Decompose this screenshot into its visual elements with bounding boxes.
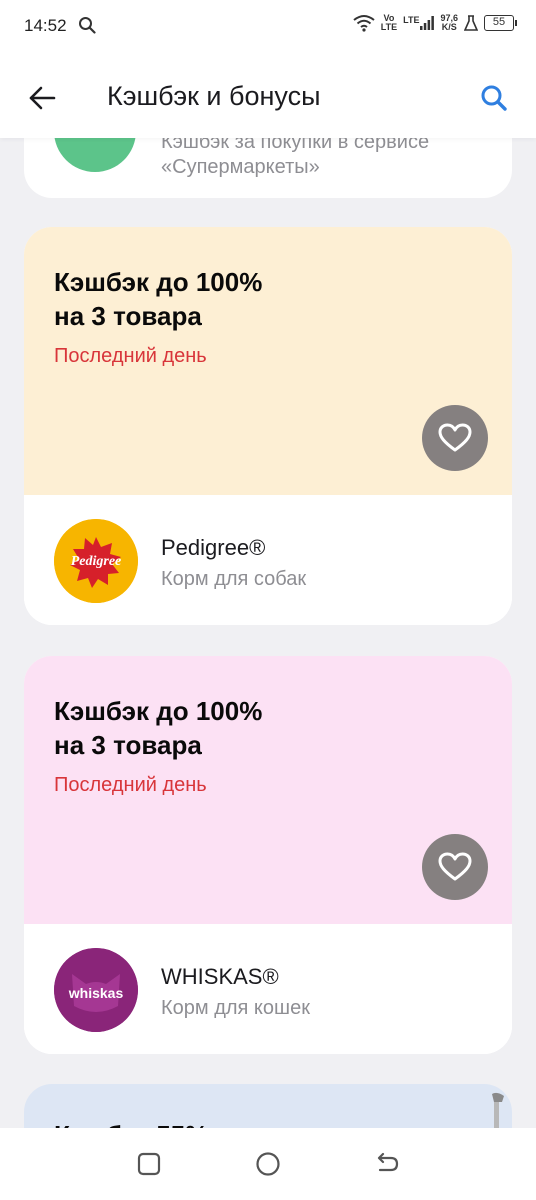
whiskas-logo: whiskas: [54, 948, 138, 1032]
brand-description: Корм для кошек: [161, 997, 310, 1019]
heart-icon: [438, 852, 472, 881]
brand-row: Pedigree Pedigree® Корм для собак: [24, 495, 512, 625]
square-icon: [138, 1152, 161, 1176]
offer-card-whiskas[interactable]: Кэшбэк до 100% на 3 товара Последний ден…: [24, 656, 512, 1054]
search-icon: [481, 85, 507, 111]
svg-text:Pedigree: Pedigree: [71, 554, 122, 569]
back-arrow-icon: [377, 1152, 398, 1172]
pedigree-logo: Pedigree: [54, 519, 138, 603]
offer-card-next[interactable]: Кэшбэк 55%: [24, 1084, 512, 1128]
offer-deadline: Последний день: [54, 774, 207, 796]
offer-deadline: Последний день: [54, 345, 207, 367]
product-image: [492, 1092, 504, 1128]
page-title: Кэшбэк и бонусы: [107, 81, 321, 111]
svg-text:whiskas: whiskas: [68, 985, 124, 1001]
content-scroll[interactable]: Кэшбэк за покупки в сервисе «Супермаркет…: [0, 0, 536, 1128]
offer-title: Кэшбэк 55%: [54, 1120, 208, 1128]
heart-icon: [438, 423, 472, 452]
favorite-button[interactable]: [422, 405, 488, 471]
favorite-button[interactable]: [422, 834, 488, 900]
offer-title: Кэшбэк до 100% на 3 товара: [54, 696, 263, 760]
offer-card-pedigree[interactable]: Кэшбэк до 100% на 3 товара Последний ден…: [24, 227, 512, 625]
pedigree-logo-graphic: Pedigree: [54, 519, 138, 603]
arrow-left-icon: [29, 86, 56, 110]
home-button[interactable]: [246, 1142, 290, 1186]
brand-row: whiskas WHISKAS® Корм для кошек: [24, 924, 512, 1054]
offer-banner: Кэшбэк до 100% на 3 товара Последний ден…: [24, 227, 512, 495]
status-icons: Vo LTE LTE 97,6 K/S 55: [353, 13, 517, 32]
battery-indicator: 55: [484, 15, 517, 31]
flask-icon: [464, 15, 478, 31]
system-nav-bar: [0, 1128, 536, 1200]
network-speed: 97,6 K/S: [440, 13, 458, 32]
search-button[interactable]: [474, 78, 514, 118]
brand-name: WHISKAS®: [161, 964, 279, 989]
lte-signal: LTE: [403, 16, 435, 30]
circle-icon: [256, 1152, 280, 1176]
status-time: 14:52: [24, 16, 67, 35]
system-back-button[interactable]: [365, 1142, 409, 1186]
signal-icon: [420, 16, 435, 30]
app-header: Кэшбэк и бонусы: [0, 56, 536, 138]
whiskas-logo-graphic: whiskas: [54, 948, 138, 1032]
brand-name: Pedigree®: [161, 535, 266, 560]
recent-apps-button[interactable]: [127, 1142, 171, 1186]
offer-title: Кэшбэк до 100% на 3 товара: [54, 267, 263, 331]
offer-banner: Кэшбэк до 100% на 3 товара Последний ден…: [24, 656, 512, 924]
status-bar: 14:52 Vo LTE LTE 97,6 K/S 55: [0, 0, 536, 56]
wifi-icon: [353, 15, 375, 32]
brand-description: Корм для собак: [161, 568, 307, 590]
back-button[interactable]: [22, 78, 62, 118]
search-icon: [79, 17, 96, 34]
volte-indicator: Vo LTE: [380, 13, 398, 32]
